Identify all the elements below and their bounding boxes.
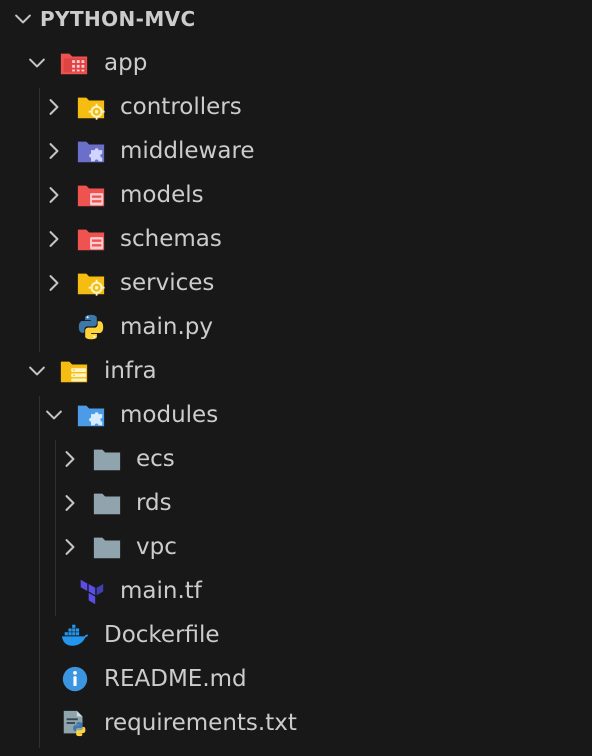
infra-folder-icon bbox=[60, 361, 88, 383]
schemas-folder-icon bbox=[77, 229, 105, 251]
tree-item-label: schemas bbox=[120, 226, 222, 252]
tree-item-label: middleware bbox=[120, 138, 255, 164]
chevron-right-icon[interactable] bbox=[59, 492, 81, 514]
tree-item-label: controllers bbox=[120, 94, 242, 120]
tree-item-readme[interactable]: README.md bbox=[0, 657, 592, 701]
tree-item-label: vpc bbox=[136, 534, 177, 560]
controllers-folder-icon bbox=[77, 97, 105, 120]
services-folder-icon bbox=[77, 273, 105, 296]
chevron-down-icon[interactable] bbox=[12, 8, 34, 30]
tree-item-main-py[interactable]: main.py bbox=[0, 305, 592, 349]
tree-item-label: rds bbox=[136, 490, 172, 516]
tree-item-label: ecs bbox=[136, 446, 175, 472]
app-folder-icon bbox=[60, 53, 88, 75]
tree-item-dockerfile[interactable]: Dockerfile bbox=[0, 613, 592, 657]
file-explorer: PYTHON-MVC app controllers middleware mo… bbox=[0, 0, 592, 756]
tree-item-label: models bbox=[120, 182, 204, 208]
tree-item-label: Dockerfile bbox=[104, 622, 220, 648]
tree-item-main-tf[interactable]: main.tf bbox=[0, 569, 592, 613]
modules-folder-icon bbox=[77, 405, 105, 427]
tree-item-schemas[interactable]: schemas bbox=[0, 217, 592, 261]
tree-item-label: main.py bbox=[120, 314, 213, 340]
docker-icon bbox=[61, 624, 89, 646]
tree-item-ecs[interactable]: ecs bbox=[0, 437, 592, 481]
tree-item-label: services bbox=[120, 270, 215, 296]
info-icon bbox=[62, 666, 88, 692]
workspace-title: PYTHON-MVC bbox=[40, 7, 196, 31]
chevron-right-icon[interactable] bbox=[43, 228, 65, 250]
explorer-header[interactable]: PYTHON-MVC bbox=[0, 0, 592, 38]
folder-icon bbox=[93, 493, 121, 515]
folder-icon bbox=[93, 449, 121, 471]
terraform-icon bbox=[80, 579, 104, 605]
tree-item-label: requirements.txt bbox=[104, 710, 297, 736]
tree-item-vpc[interactable]: vpc bbox=[0, 525, 592, 569]
tree-item-infra[interactable]: infra bbox=[0, 349, 592, 393]
tree-item-label: modules bbox=[120, 402, 219, 428]
models-folder-icon bbox=[77, 185, 105, 207]
tree-item-label: app bbox=[104, 50, 148, 76]
tree-item-modules[interactable]: modules bbox=[0, 393, 592, 437]
tree-item-label: main.tf bbox=[120, 578, 202, 604]
tree-item-label: infra bbox=[104, 358, 157, 384]
chevron-down-icon[interactable] bbox=[26, 52, 48, 74]
python-requirements-icon bbox=[63, 710, 86, 737]
folder-icon bbox=[93, 537, 121, 559]
chevron-right-icon[interactable] bbox=[43, 184, 65, 206]
tree-item-app[interactable]: app bbox=[0, 41, 592, 85]
tree-item-models[interactable]: models bbox=[0, 173, 592, 217]
middleware-folder-icon bbox=[77, 141, 105, 163]
chevron-down-icon[interactable] bbox=[43, 404, 65, 426]
tree-item-controllers[interactable]: controllers bbox=[0, 85, 592, 129]
chevron-right-icon[interactable] bbox=[43, 96, 65, 118]
python-icon bbox=[78, 314, 104, 340]
chevron-right-icon[interactable] bbox=[43, 272, 65, 294]
tree-item-services[interactable]: services bbox=[0, 261, 592, 305]
tree-item-middleware[interactable]: middleware bbox=[0, 129, 592, 173]
chevron-right-icon[interactable] bbox=[59, 536, 81, 558]
chevron-right-icon[interactable] bbox=[59, 448, 81, 470]
tree-item-rds[interactable]: rds bbox=[0, 481, 592, 525]
tree-item-label: README.md bbox=[104, 666, 247, 692]
chevron-down-icon[interactable] bbox=[26, 360, 48, 382]
chevron-right-icon[interactable] bbox=[43, 140, 65, 162]
tree-item-requirements[interactable]: requirements.txt bbox=[0, 701, 592, 745]
